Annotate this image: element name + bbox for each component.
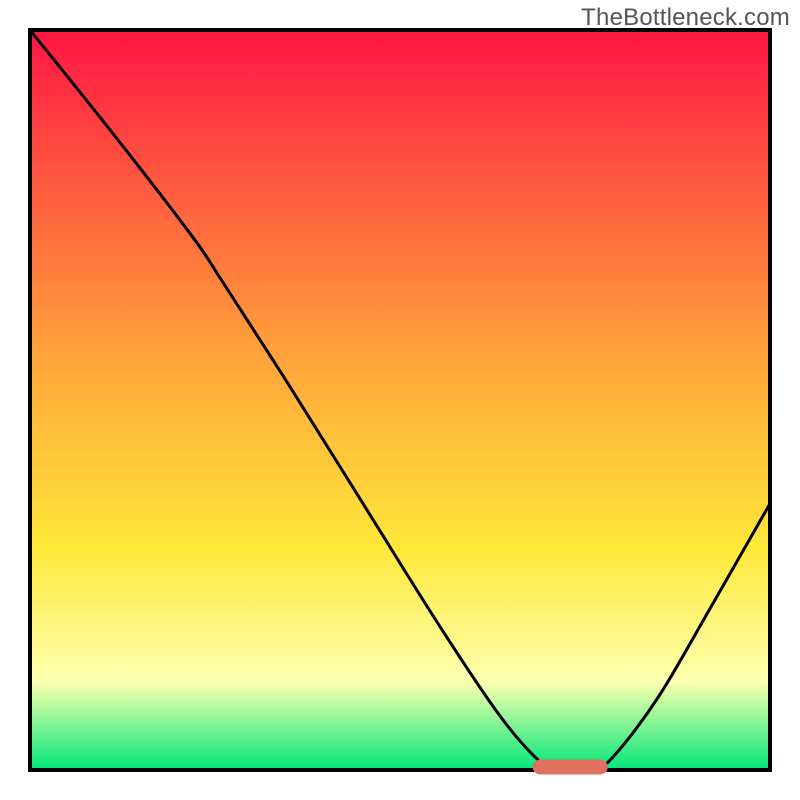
plot-area	[30, 30, 770, 770]
optimal-marker	[533, 760, 607, 774]
chart-svg	[0, 0, 800, 800]
watermark-label: TheBottleneck.com	[581, 4, 790, 32]
bottleneck-chart: TheBottleneck.com	[0, 0, 800, 800]
